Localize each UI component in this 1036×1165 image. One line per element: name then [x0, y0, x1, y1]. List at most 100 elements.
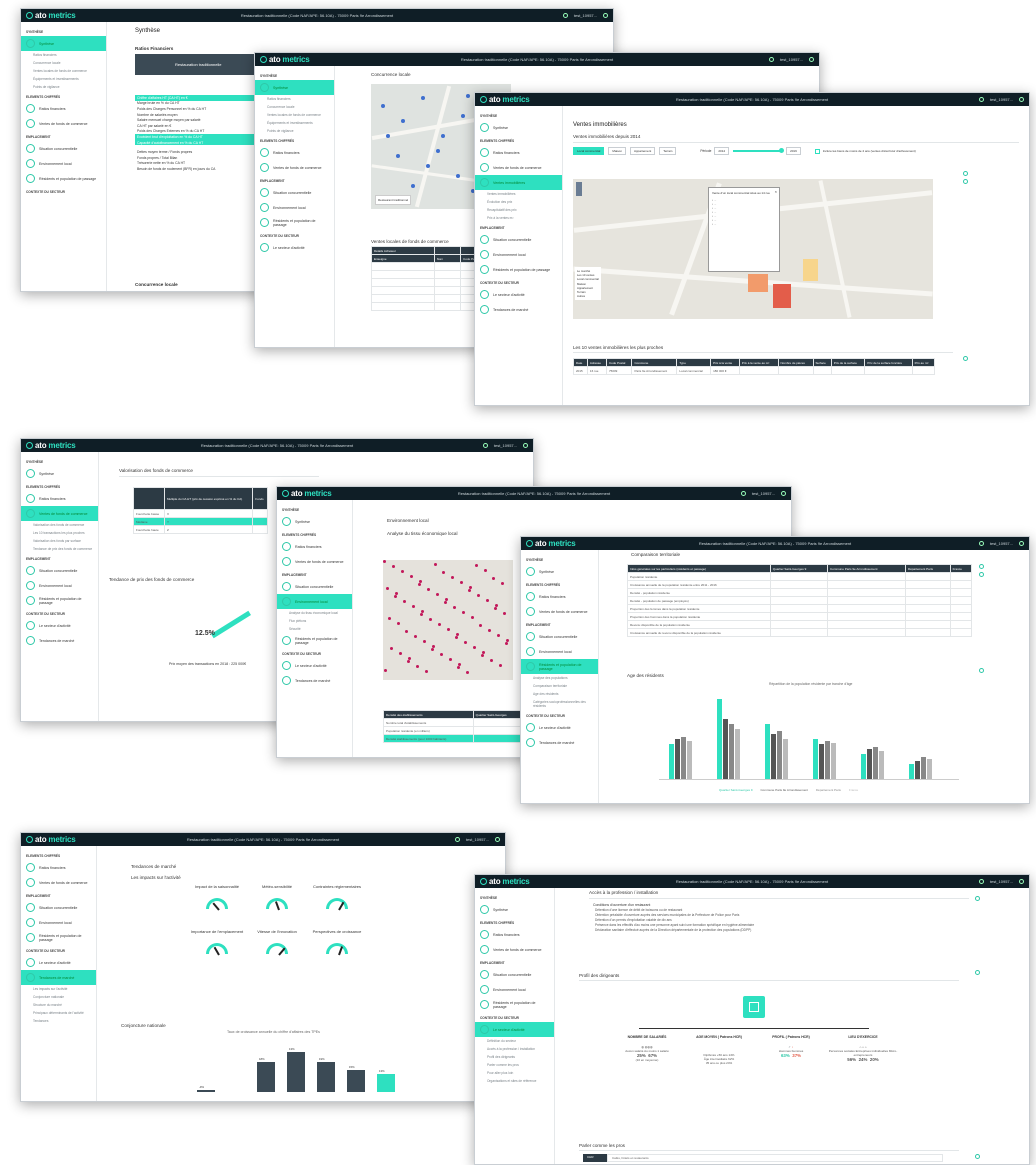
sidebar-item-ventes[interactable]: Ventes de fonds de commerce — [21, 506, 98, 521]
menu-icon[interactable] — [1019, 97, 1024, 102]
business-marker[interactable] — [418, 583, 421, 586]
competitor-marker[interactable] — [421, 96, 425, 100]
filter-maison[interactable]: Maison — [608, 147, 627, 155]
business-marker[interactable] — [492, 577, 495, 580]
business-marker[interactable] — [495, 604, 498, 607]
help-icon[interactable] — [482, 443, 488, 448]
atometrics-logo[interactable]: ato metrics — [260, 55, 310, 64]
sidebar-item-ventes[interactable]: Ventes de fonds de commerce — [521, 604, 598, 619]
user-name[interactable]: test_10957... — [990, 879, 1013, 884]
sidebar-item-synthese[interactable]: Synthèse — [21, 36, 106, 51]
business-marker[interactable] — [471, 616, 474, 619]
business-marker[interactable] — [456, 633, 459, 636]
sidebar-item-concurrence[interactable]: Situation concurrentielle — [277, 579, 352, 594]
sidebar-item-residents[interactable]: Résidents et population de passage — [21, 171, 106, 186]
business-marker[interactable] — [475, 564, 478, 567]
sidebar-item-ventes[interactable]: Ventes de fonds de commerce — [475, 942, 554, 957]
business-marker[interactable] — [455, 636, 458, 639]
sidebar-subitem[interactable]: Points de vigilance — [255, 127, 334, 135]
sidebar-subitem[interactable]: Age des résidents — [521, 690, 598, 698]
sidebar-subitem[interactable]: Prix à la ventes m² — [475, 214, 562, 222]
sidebar-subitem[interactable]: Points de vigilance — [21, 83, 106, 91]
business-marker[interactable] — [497, 634, 500, 637]
expand-icon[interactable] — [963, 179, 968, 184]
help-icon[interactable] — [978, 541, 984, 546]
sidebar-subitem[interactable]: Équipements et investissements — [255, 119, 334, 127]
sales-map[interactable]: Vente d'un local commercial situé au 14 … — [573, 179, 933, 319]
sidebar-item-environnement[interactable]: Environnement local — [21, 578, 98, 593]
sidebar-item-residents[interactable]: Résidents et population de passage — [521, 659, 598, 674]
business-marker[interactable] — [390, 647, 393, 650]
business-marker[interactable] — [438, 623, 441, 626]
atometrics-logo[interactable]: ato metrics — [526, 539, 576, 548]
competitor-marker[interactable] — [411, 184, 415, 188]
sidebar-item-ventes[interactable]: Ventes de fonds de commerce — [21, 875, 96, 890]
business-marker[interactable] — [482, 651, 485, 654]
sidebar-item-secteur[interactable]: Le secteur d'activité — [21, 955, 96, 970]
settings-icon[interactable] — [975, 1154, 980, 1159]
business-marker[interactable] — [394, 595, 397, 598]
business-marker[interactable] — [419, 580, 422, 583]
atometrics-logo[interactable]: ato metrics — [26, 11, 76, 20]
sidebar-item-ratios[interactable]: Ratios financiers — [21, 860, 96, 875]
sidebar-item-environnement[interactable]: Environnement local — [475, 247, 562, 262]
sidebar-item-synthese[interactable]: Synthèse — [21, 466, 98, 481]
competitor-marker[interactable] — [396, 154, 400, 158]
business-marker[interactable] — [384, 669, 387, 672]
sidebar-item-ventes[interactable]: Ventes de fonds de commerce — [475, 160, 562, 175]
sidebar-item-ventes[interactable]: Ventes de fonds de commerce — [21, 116, 106, 131]
business-marker[interactable] — [462, 611, 465, 614]
sidebar-item-secteur[interactable]: Le secteur d'activité — [255, 240, 334, 255]
sidebar-item-ratios[interactable]: Ratios financiers — [21, 491, 98, 506]
business-marker[interactable] — [399, 652, 402, 655]
atometrics-logo[interactable]: ato metrics — [480, 95, 530, 104]
sidebar-item-tendances[interactable]: Tendances de marché — [475, 302, 562, 317]
sidebar-item-residents[interactable]: Résidents et population de passage — [21, 930, 96, 945]
sidebar-subitem[interactable]: Principaux déterminants de l'activité — [21, 1009, 96, 1017]
sidebar-item-ratios[interactable]: Ratios financiers — [277, 539, 352, 554]
sidebar-item-residents[interactable]: Résidents et population de passage — [475, 262, 562, 277]
business-marker[interactable] — [383, 560, 386, 563]
sidebar-subitem[interactable]: Valorisation des fonds par surface — [21, 537, 98, 545]
business-marker[interactable] — [477, 594, 480, 597]
competitor-marker[interactable] — [386, 134, 390, 138]
business-marker[interactable] — [432, 645, 435, 648]
business-marker[interactable] — [431, 648, 434, 651]
sidebar-item-ratios[interactable]: Ratios financiers — [21, 101, 106, 116]
sidebar-item-residents[interactable]: Résidents et population de passage — [255, 215, 334, 230]
business-marker[interactable] — [429, 618, 432, 621]
sidebar-item-concurrence[interactable]: Situation concurrentielle — [475, 232, 562, 247]
sidebar-subitem[interactable]: Tendances — [21, 1017, 96, 1025]
business-marker[interactable] — [403, 600, 406, 603]
sidebar-item-concurrence[interactable]: Situation concurrentielle — [21, 141, 106, 156]
sidebar-item-synthese[interactable]: Synthèse — [475, 902, 554, 917]
sidebar-item-tendances[interactable]: Tendances de marché — [277, 673, 352, 688]
sidebar-subitem[interactable]: Parler comme les pros — [475, 1061, 554, 1069]
year-slider[interactable] — [733, 148, 785, 153]
business-marker[interactable] — [503, 612, 506, 615]
sidebar-subitem[interactable]: Les impacts sur l'activité — [21, 985, 96, 993]
business-marker[interactable] — [505, 642, 508, 645]
business-marker[interactable] — [499, 664, 502, 667]
sidebar-item-secteur[interactable]: Le secteur d'activité — [277, 658, 352, 673]
business-marker[interactable] — [401, 570, 404, 573]
filter-local-commercial[interactable]: Local commercial — [573, 147, 605, 155]
business-marker[interactable] — [405, 630, 408, 633]
business-marker[interactable] — [420, 613, 423, 616]
business-marker[interactable] — [479, 624, 482, 627]
zoom-controls[interactable] — [576, 182, 582, 196]
user-name[interactable]: test_10957... — [752, 491, 775, 496]
help-icon[interactable] — [978, 879, 984, 884]
business-marker[interactable] — [457, 666, 460, 669]
year-from[interactable]: 2014 — [714, 147, 730, 155]
business-marker[interactable] — [416, 665, 419, 668]
sidebar-item-secteur[interactable]: Le secteur d'activité — [521, 720, 598, 735]
sidebar-subitem[interactable]: Ventes immobilières — [475, 190, 562, 198]
menu-icon[interactable] — [495, 837, 500, 842]
sidebar-subitem[interactable]: Pour aller plus loin — [475, 1069, 554, 1077]
sidebar-item-concurrence[interactable]: Situation concurrentielle — [521, 629, 598, 644]
sidebar-subitem[interactable]: Valorisation des fonds de commerce — [21, 521, 98, 529]
competitor-marker[interactable] — [461, 114, 465, 118]
business-marker[interactable] — [395, 592, 398, 595]
sidebar-subitem[interactable]: Analyse du tissu économique local — [277, 609, 352, 617]
